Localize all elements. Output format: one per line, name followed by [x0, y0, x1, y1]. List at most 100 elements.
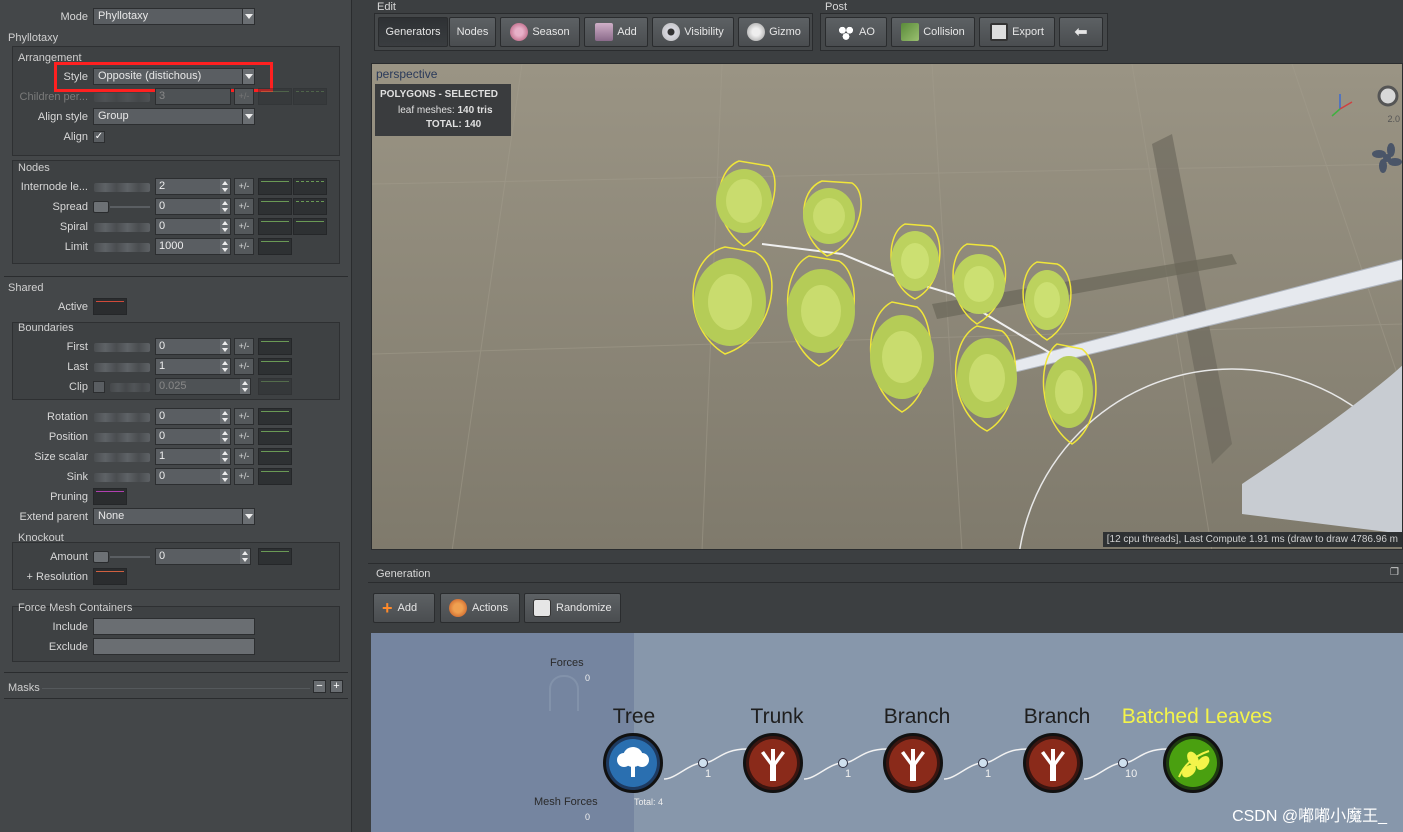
- export-button[interactable]: Export: [979, 17, 1055, 47]
- back-button[interactable]: ⬅: [1059, 17, 1103, 47]
- internode-pm-button[interactable]: +/-: [234, 178, 254, 195]
- amount-curve[interactable]: [258, 548, 292, 565]
- last-curve[interactable]: [258, 358, 292, 375]
- port[interactable]: [838, 758, 848, 768]
- rotation-pm-button[interactable]: +/-: [234, 408, 254, 425]
- first-curve[interactable]: [258, 338, 292, 355]
- clip-spinbox[interactable]: 0.025: [155, 378, 251, 395]
- spiral-pm-button[interactable]: +/-: [234, 218, 254, 235]
- children-slider[interactable]: [94, 93, 150, 102]
- visibility-button[interactable]: Visibility: [652, 17, 734, 47]
- include-field[interactable]: [93, 618, 255, 635]
- actions-button[interactable]: Actions: [440, 593, 520, 623]
- fmc-title: Force Mesh Containers: [18, 602, 133, 614]
- spiral-spinbox[interactable]: 0: [155, 218, 231, 235]
- generators-button[interactable]: Generators: [378, 17, 448, 47]
- align-style-dropdown[interactable]: Group: [93, 108, 255, 125]
- position-pm-button[interactable]: +/-: [234, 428, 254, 445]
- port[interactable]: [698, 758, 708, 768]
- collision-button[interactable]: Collision: [891, 17, 975, 47]
- internode-curve-2[interactable]: [293, 178, 327, 195]
- last-spinbox[interactable]: 1: [155, 358, 231, 375]
- gen-add-button[interactable]: + Add: [373, 593, 435, 623]
- resolution-swatch[interactable]: [93, 568, 127, 585]
- pruning-swatch[interactable]: [93, 488, 127, 505]
- limit-curve[interactable]: [258, 238, 292, 255]
- node-count: 1: [845, 768, 852, 780]
- collision-label: Collision: [923, 26, 965, 38]
- align-checkbox[interactable]: ✓: [93, 131, 105, 143]
- size-spinbox[interactable]: 1: [155, 448, 231, 465]
- rotation-slider[interactable]: [94, 413, 150, 422]
- spread-spinbox[interactable]: 0: [155, 198, 231, 215]
- first-pm-button[interactable]: +/-: [234, 338, 254, 355]
- children-pm-button[interactable]: +/-: [234, 88, 254, 105]
- mode-dropdown[interactable]: Phyllotaxy: [93, 8, 255, 25]
- rotation-label: Rotation: [47, 411, 88, 423]
- clip-checkbox[interactable]: [93, 381, 105, 393]
- position-spinbox[interactable]: 0: [155, 428, 231, 445]
- masks-add-button[interactable]: +: [330, 680, 343, 693]
- first-slider[interactable]: [94, 343, 150, 352]
- clip-curve[interactable]: [258, 378, 292, 395]
- limit-slider[interactable]: [94, 243, 150, 252]
- nodes-button[interactable]: Nodes: [449, 17, 496, 47]
- spiral-curve-2[interactable]: [293, 218, 327, 235]
- node-count: 1: [705, 768, 712, 780]
- children-curve-2[interactable]: [293, 88, 327, 105]
- last-pm-button[interactable]: +/-: [234, 358, 254, 375]
- spiral-slider[interactable]: [94, 223, 150, 232]
- size-pm-button[interactable]: +/-: [234, 448, 254, 465]
- node-tree[interactable]: [603, 733, 663, 793]
- internode-curve[interactable]: [258, 178, 292, 195]
- polygon-stats: POLYGONS - SELECTED leaf meshes: 140 tri…: [375, 84, 511, 136]
- node-branch-2[interactable]: [1023, 733, 1083, 793]
- spread-pm-button[interactable]: +/-: [234, 198, 254, 215]
- sink-pm-button[interactable]: +/-: [234, 468, 254, 485]
- amount-knob[interactable]: [93, 551, 109, 563]
- ao-button[interactable]: AO: [825, 17, 887, 47]
- internode-spinbox[interactable]: 2: [155, 178, 231, 195]
- internode-slider[interactable]: [94, 183, 150, 192]
- first-spinbox[interactable]: 0: [155, 338, 231, 355]
- spread-curve-2[interactable]: [293, 198, 327, 215]
- rotation-curve[interactable]: [258, 408, 292, 425]
- children-curve[interactable]: [258, 88, 292, 105]
- active-swatch[interactable]: [93, 298, 127, 315]
- restore-icon[interactable]: ❐: [1390, 567, 1399, 578]
- extend-dropdown[interactable]: None: [93, 508, 255, 525]
- sink-slider[interactable]: [94, 473, 150, 482]
- amount-spinbox[interactable]: 0: [155, 548, 251, 565]
- position-slider[interactable]: [94, 433, 150, 442]
- spiral-curve[interactable]: [258, 218, 292, 235]
- port[interactable]: [1118, 758, 1128, 768]
- spread-curve[interactable]: [258, 198, 292, 215]
- clip-slider[interactable]: [110, 383, 150, 392]
- size-value: 1: [159, 450, 166, 462]
- children-spinbox[interactable]: 3: [155, 88, 231, 105]
- limit-spinbox[interactable]: 1000: [155, 238, 231, 255]
- exclude-field[interactable]: [93, 638, 255, 655]
- gizmo-button[interactable]: Gizmo: [738, 17, 810, 47]
- sink-spinbox[interactable]: 0: [155, 468, 231, 485]
- node-leaves[interactable]: [1163, 733, 1223, 793]
- position-curve[interactable]: [258, 428, 292, 445]
- node-graph[interactable]: Forces 0 Mesh Forces 0 Total: 4 Tree 1 T…: [371, 633, 1403, 832]
- size-slider[interactable]: [94, 453, 150, 462]
- amount-track: [110, 556, 150, 558]
- add-button[interactable]: Add: [584, 17, 648, 47]
- 3d-viewport[interactable]: perspective POLYGONS - SELECTED leaf mes…: [371, 63, 1403, 550]
- sink-curve[interactable]: [258, 468, 292, 485]
- spread-knob[interactable]: [93, 201, 109, 213]
- masks-remove-button[interactable]: −: [313, 680, 326, 693]
- node-branch[interactable]: [883, 733, 943, 793]
- spiral-row: Spiral 0 +/-: [0, 218, 352, 236]
- port[interactable]: [978, 758, 988, 768]
- node-trunk[interactable]: [743, 733, 803, 793]
- rotation-spinbox[interactable]: 0: [155, 408, 231, 425]
- limit-pm-button[interactable]: +/-: [234, 238, 254, 255]
- size-curve[interactable]: [258, 448, 292, 465]
- season-button[interactable]: Season: [500, 17, 580, 47]
- randomize-button[interactable]: Randomize: [524, 593, 621, 623]
- last-slider[interactable]: [94, 363, 150, 372]
